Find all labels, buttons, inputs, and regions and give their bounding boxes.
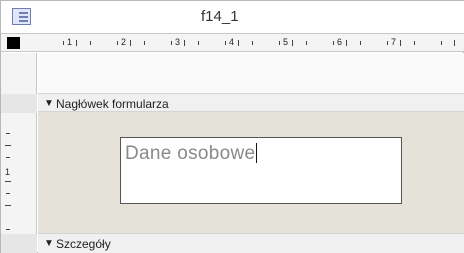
ruler-number-5: 5 xyxy=(283,37,289,47)
vertical-ruler-tick xyxy=(5,145,11,146)
ruler-tick xyxy=(454,40,455,46)
detail-section-bar[interactable]: ▼ Szczegóły xyxy=(1,233,464,253)
horizontal-ruler[interactable]: 1 2 3 4 5 6 7 xyxy=(43,34,464,52)
ruler-number-4: 4 xyxy=(229,37,235,47)
ruler-tick xyxy=(278,41,280,45)
ruler-tick xyxy=(386,41,388,45)
vertical-ruler-tick xyxy=(6,229,10,230)
text-box-dane-osobowe[interactable]: Dane osobowe xyxy=(120,137,402,204)
ruler-tick xyxy=(413,41,415,45)
form-header-label: Nagłówek formularza xyxy=(56,97,169,111)
ruler-tick xyxy=(170,41,172,45)
ruler-tick xyxy=(292,40,293,46)
section-selector[interactable] xyxy=(1,234,37,253)
ruler-number-6: 6 xyxy=(337,37,343,47)
vertical-ruler-tick xyxy=(6,133,10,134)
ruler-number-3: 3 xyxy=(175,37,181,47)
detail-label: Szczegóły xyxy=(56,237,111,251)
text-box-value: Dane osobowe xyxy=(125,143,256,164)
ruler-tick xyxy=(62,41,64,45)
vertical-ruler-column: 1 xyxy=(1,53,37,253)
vertical-ruler[interactable]: 1 xyxy=(1,53,15,253)
ruler-tick xyxy=(130,40,131,46)
section-arrow-icon: ▼ xyxy=(44,238,54,249)
ruler-tick xyxy=(440,41,442,45)
ruler-tick xyxy=(251,41,253,45)
ruler-tick xyxy=(400,40,401,46)
vertical-ruler-tick xyxy=(6,157,10,158)
section-selector[interactable] xyxy=(1,94,37,113)
vertical-ruler-tick xyxy=(6,193,10,194)
vertical-ruler-number-1: 1 xyxy=(5,167,11,177)
form-selector-button[interactable] xyxy=(7,37,20,49)
ruler-tick xyxy=(116,41,118,45)
vertical-ruler-tick xyxy=(5,181,11,182)
ruler-tick xyxy=(89,41,91,45)
ruler-tick xyxy=(143,41,145,45)
window-title: f14_1 xyxy=(201,8,239,25)
form-header-section-bar[interactable]: ▼ Nagłówek formularza xyxy=(1,93,464,113)
title-bar: f14_1 xyxy=(1,1,464,34)
ruler-tick xyxy=(332,41,334,45)
vertical-ruler-tick xyxy=(5,205,11,206)
ruler-tick xyxy=(197,41,199,45)
form-design-window: f14_1 1 2 3 4 5 6 7 1 ▼ Nagłówek formula… xyxy=(0,0,464,253)
form-icon[interactable] xyxy=(12,8,31,25)
ruler-tick xyxy=(305,41,307,45)
ruler-tick xyxy=(224,41,226,45)
ruler-number-1: 1 xyxy=(67,37,73,47)
ruler-tick xyxy=(76,40,77,46)
ruler-tick xyxy=(346,40,347,46)
ruler-number-7: 7 xyxy=(391,37,397,47)
canvas-top-strip xyxy=(38,53,464,93)
ruler-tick xyxy=(359,41,361,45)
horizontal-ruler-row: 1 2 3 4 5 6 7 xyxy=(1,34,464,52)
text-caret xyxy=(256,143,258,163)
ruler-number-2: 2 xyxy=(121,37,127,47)
section-arrow-icon: ▼ xyxy=(44,98,54,109)
ruler-tick xyxy=(184,40,185,46)
ruler-tick xyxy=(238,40,239,46)
